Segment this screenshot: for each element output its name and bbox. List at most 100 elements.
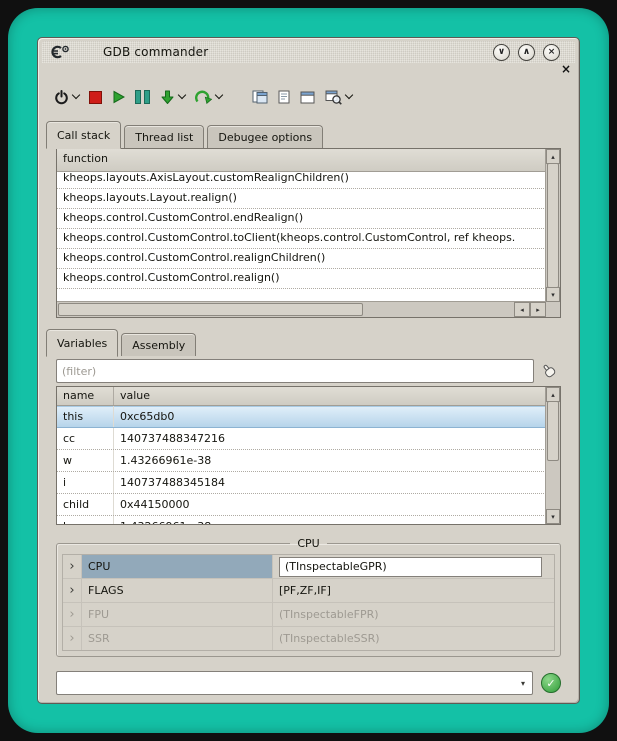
variable-name: w (57, 450, 114, 471)
cpu-row[interactable]: › CPU (TInspectableGPR) (63, 555, 554, 579)
callstack-row[interactable]: kheops.layouts.Layout.realign() (57, 189, 546, 209)
variable-row[interactable]: child 0x44150000 (57, 494, 546, 516)
close-button[interactable]: × (543, 44, 560, 61)
horizontal-scroll-buttons: ◂ ▸ (514, 302, 546, 317)
vertical-scrollbar[interactable]: ▴ ▾ (545, 387, 560, 524)
arrow-down-icon (160, 90, 175, 105)
run-button[interactable] (108, 84, 129, 110)
expander-icon[interactable]: › (63, 603, 82, 626)
scrollbar-thumb[interactable] (58, 303, 363, 316)
scrollbar-corner (546, 302, 560, 317)
scroll-up-icon: ▴ (551, 153, 555, 161)
titlebar-buttons: ∨ ∧ × (493, 44, 560, 61)
debug-toolbar (50, 81, 579, 113)
column-header-name[interactable]: name (57, 387, 114, 405)
chevron-down-icon (345, 91, 353, 99)
variables-list: this 0xc65db0 cc 140737488347216 w 1.432… (57, 406, 546, 524)
check-icon: ✓ (546, 677, 555, 690)
cpu-value-field[interactable]: (TInspectableGPR) (279, 557, 542, 577)
window-button[interactable] (296, 84, 319, 110)
variable-row[interactable]: cc 140737488347216 (57, 428, 546, 450)
chevron-down-icon (178, 91, 186, 99)
dock-close-button[interactable]: × (561, 63, 571, 76)
variable-row[interactable]: w 1.43266961e-38 (57, 450, 546, 472)
send-command-button[interactable]: ✓ (541, 673, 561, 693)
filter-input[interactable] (56, 359, 534, 383)
stop-button[interactable] (85, 84, 106, 110)
cpu-groupbox: CPU › CPU (TInspectableGPR) › FLAGS [PF,… (56, 537, 561, 657)
hand-pointer-icon (541, 363, 557, 379)
callstack-panel: function kheops.layouts.AxisLayout.custo… (56, 148, 561, 318)
close-icon: × (548, 48, 556, 57)
minimize-button[interactable]: ∨ (493, 44, 510, 61)
variable-value: 1.43266961e-38 (114, 450, 546, 471)
pause-icon (135, 90, 150, 104)
cpu-row-name[interactable]: FPU (82, 603, 273, 626)
scroll-left-button[interactable]: ◂ (514, 302, 530, 317)
horizontal-scrollbar[interactable]: ◂ ▸ (57, 301, 546, 317)
callstack-row[interactable]: kheops.control.CustomControl.toClient(kh… (57, 229, 546, 249)
callstack-row[interactable]: kheops.control.CustomControl.endRealign(… (57, 209, 546, 229)
variable-row[interactable]: i 140737488345184 (57, 472, 546, 494)
cpu-row[interactable]: › FLAGS [PF,ZF,IF] (63, 579, 554, 603)
power-button[interactable] (50, 84, 83, 110)
variable-name: i (57, 472, 114, 493)
variable-value: 1.43266961e-38 (114, 516, 546, 524)
window-search-button[interactable] (321, 84, 356, 110)
variables-header: name value (57, 387, 560, 406)
curved-arrow-icon (195, 90, 212, 104)
expander-icon[interactable]: › (63, 627, 82, 650)
document-button[interactable] (274, 84, 294, 110)
command-input[interactable] (58, 673, 514, 693)
maximize-button[interactable]: ∧ (518, 44, 535, 61)
step-over-button[interactable] (191, 84, 226, 110)
power-icon (54, 90, 69, 105)
combo-dropdown-button[interactable]: ▾ (515, 673, 531, 693)
expander-icon[interactable]: › (63, 555, 82, 578)
scroll-down-button[interactable]: ▾ (546, 287, 560, 302)
gdb-commander-window: GDB commander ∨ ∧ × × (37, 37, 580, 704)
scroll-right-button[interactable]: ▸ (530, 302, 546, 317)
callstack-list: kheops.layouts.AxisLayout.customRealignC… (57, 169, 546, 302)
vertical-scrollbar[interactable]: ▴ ▾ (545, 149, 560, 302)
tab-debugee-options[interactable]: Debugee options (207, 125, 323, 148)
minimize-icon: ∨ (498, 48, 505, 57)
variable-value: 0x44150000 (114, 494, 546, 515)
cpu-row-name[interactable]: CPU (82, 555, 273, 578)
window-title: GDB commander (103, 45, 208, 59)
filter-picker-button[interactable] (537, 361, 561, 381)
cpu-row[interactable]: › FPU (TInspectableFPR) (63, 603, 554, 627)
variable-value: 0xc65db0 (114, 406, 546, 427)
tab-assembly[interactable]: Assembly (121, 333, 196, 356)
step-button[interactable] (156, 84, 189, 110)
command-combobox[interactable]: ▾ (56, 671, 533, 695)
column-header-value[interactable]: value (114, 387, 560, 405)
cpu-inspector: › CPU (TInspectableGPR) › FLAGS [PF,ZF,I… (62, 554, 555, 651)
cpu-row-name[interactable]: FLAGS (82, 579, 273, 602)
cpu-row-name[interactable]: SSR (82, 627, 273, 650)
window-search-icon (325, 90, 342, 105)
scrollbar-thumb[interactable] (547, 401, 559, 461)
cpu-row[interactable]: › SSR (TInspectableSSR) (63, 627, 554, 650)
pages-button[interactable] (248, 84, 272, 110)
variable-value: 140737488347216 (114, 428, 546, 449)
pause-button[interactable] (131, 84, 154, 110)
tab-call-stack[interactable]: Call stack (46, 121, 121, 149)
variable-name: b (57, 516, 114, 524)
expander-icon[interactable]: › (63, 579, 82, 602)
cpu-row-value: [PF,ZF,IF] (273, 579, 554, 602)
scroll-down-icon: ▾ (551, 513, 555, 521)
variable-row[interactable]: this 0xc65db0 (57, 406, 546, 428)
callstack-row[interactable]: kheops.control.CustomControl.realign() (57, 269, 546, 289)
titlebar[interactable]: GDB commander ∨ ∧ × (42, 41, 575, 63)
tab-variables[interactable]: Variables (46, 329, 118, 357)
scroll-up-button[interactable]: ▴ (546, 149, 560, 164)
variable-row[interactable]: b 1.43266961e-38 (57, 516, 546, 524)
callstack-row[interactable]: kheops.layouts.AxisLayout.customRealignC… (57, 169, 546, 189)
tab-thread-list[interactable]: Thread list (124, 125, 204, 148)
gdb-commander-logo-icon (49, 44, 69, 60)
scrollbar-thumb[interactable] (547, 163, 559, 288)
scroll-up-button[interactable]: ▴ (546, 387, 560, 402)
callstack-row[interactable]: kheops.control.CustomControl.realignChil… (57, 249, 546, 269)
scroll-down-button[interactable]: ▾ (546, 509, 560, 524)
